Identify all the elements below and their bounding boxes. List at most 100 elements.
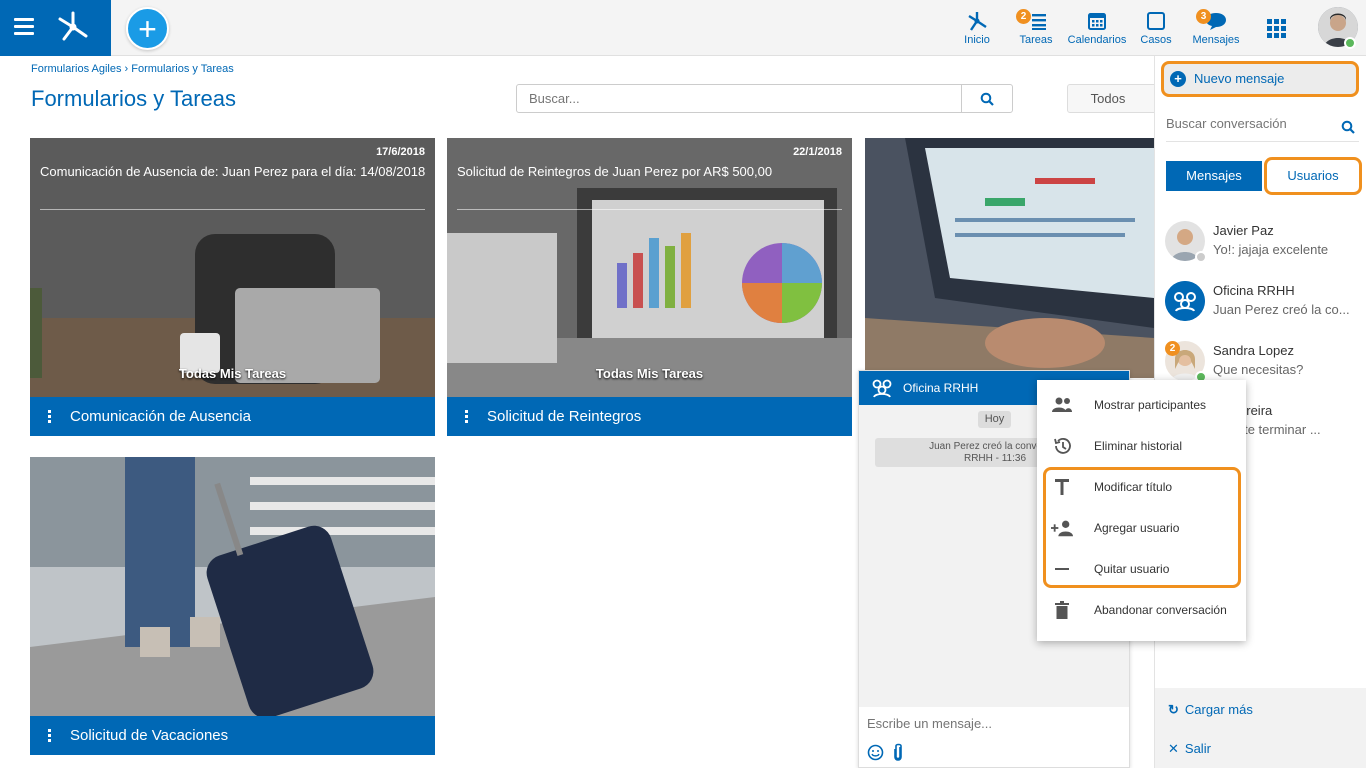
attachment-icon[interactable] [892,743,904,762]
nav-inicio[interactable]: Inicio [958,8,996,46]
logo-icon[interactable] [56,10,90,44]
tab-users[interactable]: Usuarios [1264,157,1362,195]
menu-item-label: Agregar usuario [1094,521,1180,535]
nav-label: Calendarios [1067,34,1127,46]
home-network-icon [968,12,987,31]
close-icon: ✕ [1168,741,1179,756]
conversation-preview: Juan Perez creó la co... [1213,302,1350,317]
card-ausencia[interactable]: 17/6/2018 Comunicación de Ausencia de: J… [30,138,435,436]
nav-label: Inicio [964,34,990,46]
menu-item-label: Abandonar conversación [1094,603,1227,617]
card-footer[interactable]: Solicitud de Vacaciones [30,716,435,755]
conversation-search [1166,116,1359,142]
card-name: Solicitud de Reintegros [487,408,642,425]
divider [40,209,425,210]
search-input[interactable] [517,85,963,112]
nav-label: Mensajes [1192,34,1240,46]
menu-item-modify-title[interactable]: Modificar título [1037,467,1246,507]
unread-badge: 2 [1165,341,1180,356]
card-title: Comunicación de Ausencia de: Juan Perez … [40,164,426,179]
card-third[interactable] [865,138,1154,378]
card-overlay-label: Todas Mis Tareas [178,366,287,381]
filter-select[interactable]: Todos [1067,84,1157,113]
conversation-search-input[interactable] [1166,116,1336,131]
nav-label: Tareas [1019,34,1053,46]
nav-casos[interactable]: Casos [1138,8,1174,46]
history-icon [1051,436,1073,456]
menu-item-delete-history[interactable]: Eliminar historial [1037,426,1246,466]
chat-input-area [859,707,1129,767]
remove-icon [1051,559,1073,579]
load-more-link[interactable]: ↻ Cargar más [1168,702,1253,718]
emoji-icon[interactable] [867,744,884,761]
messages-badge: 3 [1196,9,1211,24]
calendar-icon [1088,13,1106,30]
brand-area [0,0,111,56]
participants-icon [1051,395,1073,415]
conversation-preview: Yo!: jajaja excelente [1213,242,1329,257]
card-overlay-label: Todas Mis Tareas [595,366,704,381]
menu-item-leave-conversation[interactable]: Abandonar conversación [1037,590,1246,630]
cases-icon [1147,12,1165,30]
card-image [30,457,435,716]
card-footer[interactable]: Comunicación de Ausencia [30,397,435,436]
breadcrumb[interactable]: Formularios Agiles › Formularios y Tarea… [31,63,234,75]
online-status-dot [1344,37,1356,49]
card-date: 22/1/2018 [793,146,842,158]
menu-item-remove-user[interactable]: Quitar usuario [1037,549,1246,589]
conversation-item[interactable]: Javier Paz Yo!: jajaja excelente [1165,221,1361,271]
card-image: 17/6/2018 Comunicación de Ausencia de: J… [30,138,435,397]
kebab-menu-icon[interactable] [465,410,468,425]
status-dot [1195,251,1207,263]
hamburger-menu-icon[interactable] [14,18,34,36]
nav-label: Casos [1140,34,1172,46]
card-vacaciones[interactable]: Solicitud de Vacaciones [30,457,435,755]
group-icon [872,379,892,398]
trash-icon [1051,600,1073,620]
card-reintegros[interactable]: 22/1/2018 Solicitud de Reintegros de Jua… [447,138,852,436]
conversation-name: Oficina RRHH [1213,283,1295,298]
conversation-item[interactable]: Oficina RRHH Juan Perez creó la co... [1165,281,1361,331]
card-name: Comunicación de Ausencia [70,408,251,425]
text-title-icon [1051,477,1073,497]
menu-item-label: Quitar usuario [1094,562,1170,576]
new-message-icon: + [1170,71,1186,87]
search-icon[interactable] [1341,120,1355,134]
conversation-name: Sandra Lopez [1213,343,1294,358]
top-bar: + Inicio 2 Tareas Calendarios Casos 3 Me… [0,0,1366,56]
nav-calendarios[interactable]: Calendarios [1066,8,1128,46]
add-user-icon [1051,518,1073,538]
load-more-label: Cargar más [1184,702,1253,717]
card-title: Solicitud de Reintegros de Juan Perez po… [457,164,773,179]
conversation-name: Javier Paz [1213,223,1274,238]
day-separator: Hoy [978,411,1011,428]
menu-item-add-user[interactable]: Agregar usuario [1037,508,1246,548]
kebab-menu-icon[interactable] [48,729,51,744]
conversation-preview: Que necesitas? [1213,362,1304,377]
menu-item-label: Eliminar historial [1094,439,1183,453]
refresh-icon: ↻ [1168,702,1179,717]
search-button[interactable] [961,85,1012,112]
new-message-label: Nuevo mensaje [1194,71,1285,86]
apps-grid-icon[interactable] [1267,19,1286,38]
menu-item-label: Mostrar participantes [1094,398,1207,412]
new-message-button[interactable]: + Nuevo mensaje [1161,61,1359,97]
card-image: 22/1/2018 Solicitud de Reintegros de Jua… [447,138,852,397]
nav-mensajes[interactable]: 3 Mensajes [1190,8,1242,46]
card-footer[interactable]: Solicitud de Reintegros [447,397,852,436]
context-menu: Mostrar participantes Eliminar historial… [1037,380,1246,641]
create-new-button[interactable]: + [126,7,169,50]
card-date: 17/6/2018 [376,146,425,158]
exit-label: Salir [1184,741,1211,756]
chat-title: Oficina RRHH [903,381,979,395]
tab-messages[interactable]: Mensajes [1166,161,1262,191]
message-input[interactable] [867,713,1117,733]
search-icon [980,92,994,106]
search-box [516,84,1013,113]
card-image [865,138,1154,378]
menu-item-show-participants[interactable]: Mostrar participantes [1037,385,1246,425]
nav-tareas[interactable]: 2 Tareas [1016,8,1056,46]
exit-link[interactable]: ✕ Salir [1168,741,1211,757]
panel-footer: ↻ Cargar más ✕ Salir [1155,688,1366,768]
kebab-menu-icon[interactable] [48,410,51,425]
